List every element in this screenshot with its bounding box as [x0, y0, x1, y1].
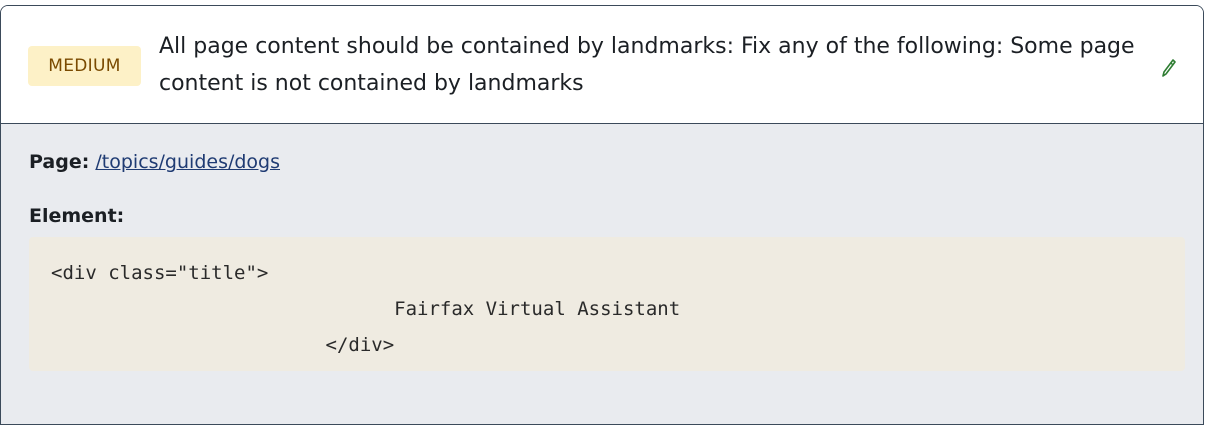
pencil-icon-graphic: [1162, 59, 1176, 77]
page-label: Page:: [29, 151, 90, 173]
page-row: Page: /topics/guides/dogs: [29, 151, 280, 173]
element-label-text: Element:: [29, 205, 125, 227]
issue-header: MEDIUM All page content should be contai…: [1, 6, 1203, 124]
element-code: <div class="title"> Fairfax Virtual Assi…: [29, 237, 1185, 371]
issue-card: MEDIUM All page content should be contai…: [0, 5, 1204, 425]
element-label: Element:: [29, 205, 124, 227]
issue-title: All page content should be contained by …: [159, 34, 1135, 96]
page-link[interactable]: /topics/guides/dogs: [95, 151, 280, 173]
severity-badge: MEDIUM: [28, 46, 141, 86]
issue-details: Page: /topics/guides/dogs Element: <div …: [1, 124, 1203, 424]
pencil-icon[interactable]: [1161, 58, 1177, 78]
